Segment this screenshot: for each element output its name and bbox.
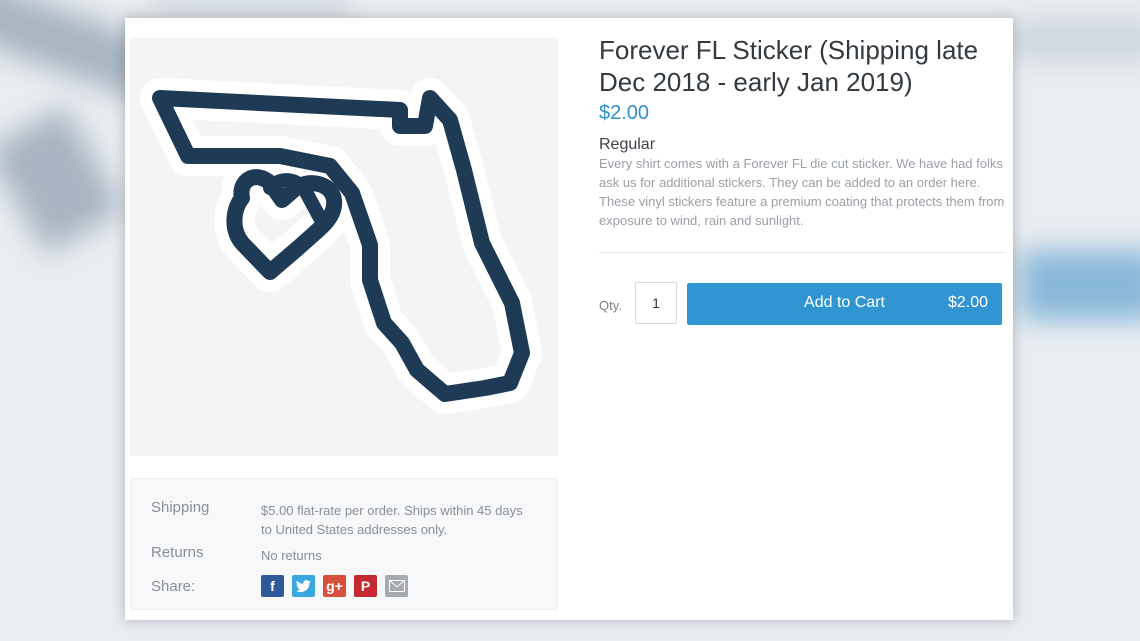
- email-icon[interactable]: [385, 575, 408, 597]
- quantity-input[interactable]: [635, 282, 677, 324]
- add-to-cart-button[interactable]: Add to Cart $2.00: [687, 283, 1002, 325]
- shipping-label: Shipping: [151, 499, 210, 516]
- florida-heart-sticker-image: [140, 78, 542, 414]
- pinterest-icon[interactable]: P: [354, 575, 377, 597]
- product-price: $2.00: [599, 102, 650, 124]
- add-to-cart-price: $2.00: [947, 294, 988, 311]
- product-details-box: Shipping $5.00 flat-rate per order. Ship…: [130, 478, 558, 610]
- product-card: Shipping $5.00 flat-rate per order. Ship…: [125, 18, 1013, 620]
- share-icons: f g+ P: [261, 575, 408, 597]
- twitter-icon[interactable]: [292, 575, 315, 597]
- product-image: [130, 38, 558, 456]
- share-label: Share:: [151, 578, 196, 595]
- product-variant: Regular: [599, 136, 656, 153]
- returns-label: Returns: [151, 544, 204, 561]
- facebook-icon[interactable]: f: [261, 575, 284, 597]
- product-description: Every shirt comes with a Forever FL die …: [599, 156, 1005, 228]
- returns-value: No returns: [261, 548, 322, 563]
- qty-label: Qty.: [599, 298, 622, 313]
- shipping-value: $5.00 flat-rate per order. Ships within …: [261, 503, 523, 537]
- divider: [599, 252, 1005, 253]
- google-plus-icon[interactable]: g+: [323, 575, 346, 597]
- product-title: Forever FL Sticker (Shipping late Dec 20…: [599, 35, 979, 97]
